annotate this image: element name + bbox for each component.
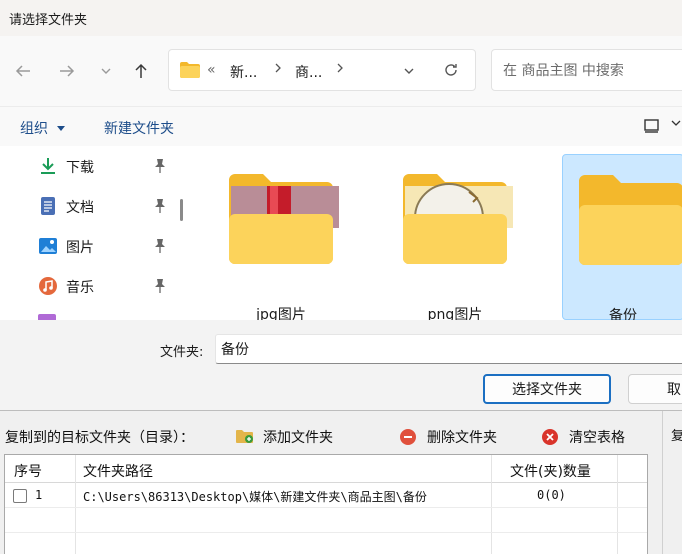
nav-pane-scrollbar[interactable] xyxy=(180,199,183,221)
folder-tile-backup[interactable]: 备份 xyxy=(562,154,682,324)
command-bar: 组织 新建文件夹 xyxy=(0,106,682,146)
nav-item-pictures[interactable]: 图片 xyxy=(38,234,178,258)
address-history-dropdown[interactable] xyxy=(402,64,416,82)
right-panel: 复 xyxy=(662,411,682,554)
folder-tile-png[interactable]: png图片 xyxy=(386,154,524,323)
view-options-button[interactable] xyxy=(643,117,661,139)
address-overflow[interactable]: « xyxy=(207,62,216,78)
column-header-count[interactable]: 文件(夹)数量 xyxy=(510,461,591,481)
document-icon xyxy=(41,197,55,215)
address-bar[interactable]: « 新... 商... xyxy=(168,49,476,91)
navigation-bar: « 新... 商... xyxy=(0,36,682,106)
nav-item-music[interactable]: 音乐 xyxy=(38,274,178,298)
pin-icon[interactable] xyxy=(153,278,167,294)
pin-icon[interactable] xyxy=(153,198,167,214)
dialog-footer: 文件夹: 选择文件夹 取 xyxy=(0,320,682,410)
folder-table: 序号 文件夹路径 文件(夹)数量 1 C:\Users\86313\Deskto… xyxy=(4,454,648,554)
row-index: 1 xyxy=(35,488,43,502)
table-row-empty[interactable] xyxy=(5,509,647,533)
file-list: jpg图片 png图片 备份 xyxy=(190,146,682,324)
target-folder-label: 复制到的目标文件夹（目录）： xyxy=(5,430,194,446)
recent-locations-button[interactable] xyxy=(94,59,118,83)
dialog-title: 请选择文件夹 xyxy=(9,13,88,28)
delete-folder-button[interactable]: 删除文件夹 xyxy=(399,427,509,447)
clear-table-button[interactable]: 清空表格 xyxy=(541,427,641,447)
select-folder-button[interactable]: 选择文件夹 xyxy=(483,374,611,404)
row-count: 0(0) xyxy=(537,488,566,502)
nav-item-label: 文档 xyxy=(66,200,94,216)
add-folder-button[interactable]: 添加文件夹 xyxy=(235,427,345,447)
add-folder-icon xyxy=(236,430,253,443)
right-panel-label: 复 xyxy=(671,429,682,444)
cancel-button[interactable]: 取 xyxy=(628,374,682,404)
nav-item-label: 图片 xyxy=(66,240,94,256)
add-folder-label: 添加文件夹 xyxy=(263,430,333,446)
navigation-pane: 下载 文档 图片 音乐 xyxy=(0,146,190,320)
breadcrumb-chevron-icon[interactable] xyxy=(335,62,345,78)
organize-label: 组织 xyxy=(20,121,48,137)
nav-item-downloads[interactable]: 下载 xyxy=(38,154,178,178)
folder-icon xyxy=(229,174,339,264)
folder-icon xyxy=(180,62,200,78)
view-dropdown-button[interactable] xyxy=(670,117,682,133)
chevron-down-icon xyxy=(404,68,414,74)
arrow-left-icon xyxy=(15,65,30,77)
row-path: C:\Users\86313\Desktop\媒体\新建文件夹\商品主图\备份 xyxy=(83,490,427,504)
search-box[interactable] xyxy=(491,49,682,91)
address-segment-2[interactable]: 商... xyxy=(295,62,322,82)
folder-name-input[interactable] xyxy=(221,340,621,358)
music-icon xyxy=(39,277,57,295)
folder-icon xyxy=(403,174,513,264)
table-row[interactable]: 1 C:\Users\86313\Desktop\媒体\新建文件夹\商品主图\备… xyxy=(5,484,647,508)
folder-icon xyxy=(579,175,682,265)
up-button[interactable] xyxy=(129,59,153,83)
folder-field[interactable] xyxy=(215,334,682,364)
arrow-up-icon xyxy=(135,63,147,78)
table-row-empty[interactable] xyxy=(5,534,647,554)
search-input[interactable] xyxy=(503,61,673,81)
chevron-down-icon xyxy=(671,120,681,126)
dialog-titlebar: 请选择文件夹 xyxy=(0,0,682,36)
table-header: 序号 文件夹路径 文件(夹)数量 xyxy=(5,455,647,483)
refresh-icon xyxy=(445,64,457,76)
view-icon xyxy=(644,119,659,133)
target-folder-toolbar: 复制到的目标文件夹（目录）： 添加文件夹 删除文件夹 清空表格 xyxy=(0,411,662,453)
close-circle-icon xyxy=(542,429,558,445)
forward-button[interactable] xyxy=(55,59,79,83)
dialog-body: 下载 文档 图片 音乐 jpg图片 png图片 备份 xyxy=(0,146,682,324)
address-segment-1[interactable]: 新... xyxy=(230,62,257,82)
column-header-path[interactable]: 文件夹路径 xyxy=(83,461,153,481)
arrow-right-icon xyxy=(60,65,75,77)
delete-folder-label: 删除文件夹 xyxy=(427,430,497,446)
chevron-down-icon xyxy=(101,68,111,74)
column-header-index[interactable]: 序号 xyxy=(14,461,42,481)
download-icon xyxy=(41,158,55,174)
clear-table-label: 清空表格 xyxy=(569,430,625,446)
folder-tile-jpg[interactable]: jpg图片 xyxy=(212,154,350,323)
new-folder-button[interactable]: 新建文件夹 xyxy=(104,118,174,138)
organize-menu[interactable]: 组织 xyxy=(20,118,66,138)
row-checkbox[interactable] xyxy=(13,489,27,503)
screen: 请选择文件夹 « 新... 商... 在 商品主图 中搜索 组织 新建文件夹 下… xyxy=(0,0,682,554)
nav-item-documents[interactable]: 文档 xyxy=(38,194,178,218)
folder-field-label: 文件夹: xyxy=(160,345,204,360)
pin-icon[interactable] xyxy=(153,158,167,174)
minus-circle-icon xyxy=(400,429,416,445)
refresh-button[interactable] xyxy=(442,61,460,83)
nav-item-label: 音乐 xyxy=(66,280,94,296)
background-app: 复制到的目标文件夹（目录）： 添加文件夹 删除文件夹 清空表格 序号 文件夹路径… xyxy=(0,410,682,554)
pin-icon[interactable] xyxy=(153,238,167,254)
caret-down-icon xyxy=(57,126,66,131)
nav-item-label: 下载 xyxy=(66,160,94,176)
back-button[interactable] xyxy=(11,59,35,83)
select-folder-dialog: 请选择文件夹 « 新... 商... 在 商品主图 中搜索 组织 新建文件夹 下… xyxy=(0,0,682,410)
pictures-icon xyxy=(39,238,57,254)
breadcrumb-chevron-icon[interactable] xyxy=(273,62,283,78)
